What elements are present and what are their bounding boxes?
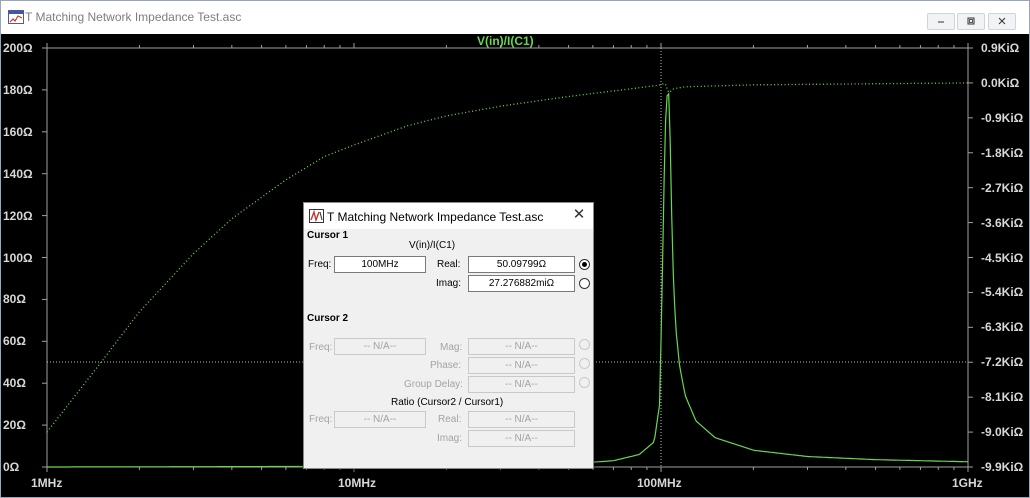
cursor1-imag-radio[interactable] bbox=[579, 278, 590, 289]
cursor2-mag-radio[interactable] bbox=[579, 339, 590, 350]
cursor-dialog: T Matching Network Impedance Test.asc ✕ … bbox=[303, 202, 594, 469]
y-right-tick-label: -5.4KiΩ bbox=[981, 285, 1024, 300]
x-tick-label: 1MHz bbox=[31, 476, 63, 490]
y-left-tick-label: 60Ω bbox=[3, 334, 26, 349]
dialog-close-icon[interactable]: ✕ bbox=[570, 206, 588, 224]
y-right-tick-label: 0.0KiΩ bbox=[981, 75, 1020, 90]
cursor1-real-label: Real: bbox=[437, 259, 461, 270]
restore-icon bbox=[967, 17, 975, 25]
y-right-tick-label: -1.8KiΩ bbox=[981, 145, 1024, 160]
ratio-real-field[interactable]: -- N/A-- bbox=[468, 411, 575, 428]
cursor2-group-delay-radio[interactable] bbox=[579, 377, 590, 388]
cursor2-mag-field[interactable]: -- N/A-- bbox=[468, 338, 575, 355]
cursor2-mag-label: Mag: bbox=[440, 342, 463, 353]
restore-button[interactable] bbox=[957, 13, 985, 30]
y-left-tick-label: 120Ω bbox=[3, 208, 33, 223]
y-left-tick-label: 140Ω bbox=[3, 166, 33, 181]
y-right-tick-label: -0.9KiΩ bbox=[981, 110, 1024, 125]
cursor2-phase-field[interactable]: -- N/A-- bbox=[468, 357, 575, 374]
x-tick-label: 10MHz bbox=[338, 476, 377, 490]
plot-window: T Matching Network Impedance Test.asc V(… bbox=[0, 0, 1030, 498]
x-tick-label: 1GHz bbox=[952, 476, 983, 490]
ltspice-plot-icon bbox=[8, 10, 24, 24]
y-right-tick-label: -4.5KiΩ bbox=[981, 250, 1024, 265]
cursor1-imag-field[interactable]: 27.276882miΩ bbox=[468, 275, 575, 292]
y-left-tick-label: 80Ω bbox=[3, 292, 26, 307]
y-left-tick-label: 200Ω bbox=[3, 41, 33, 55]
cursor2-group-delay-field[interactable]: -- N/A-- bbox=[468, 376, 575, 393]
y-right-tick-label: -7.2KiΩ bbox=[981, 355, 1024, 370]
cursor2-header: Cursor 2 bbox=[307, 313, 349, 324]
cursor2-freq-label: Freq: bbox=[309, 342, 333, 353]
y-right-tick-label: -3.6KiΩ bbox=[981, 215, 1024, 230]
cursor1-trace-name: V(in)/I(C1) bbox=[409, 240, 456, 251]
cursor1-real-radio[interactable] bbox=[579, 259, 590, 270]
chart-title[interactable]: V(in)/I(C1) bbox=[477, 34, 534, 48]
cursor1-freq-label: Freq: bbox=[308, 259, 332, 270]
y-right-tick-label: -9.9KiΩ bbox=[981, 460, 1024, 474]
dialog-title: T Matching Network Impedance Test.asc bbox=[327, 210, 544, 224]
cursor1-real-field[interactable]: 50.09799Ω bbox=[468, 256, 575, 273]
cursor2-group-delay-label: Group Delay: bbox=[404, 379, 463, 390]
ratio-imag-label: Imag: bbox=[437, 433, 463, 444]
y-left-tick-label: 160Ω bbox=[3, 124, 33, 139]
cursor2-phase-radio[interactable] bbox=[579, 358, 590, 369]
y-right-tick-label: -6.3KiΩ bbox=[981, 320, 1024, 335]
y-right-tick-label: -2.7KiΩ bbox=[981, 180, 1024, 195]
y-left-tick-label: 100Ω bbox=[3, 250, 33, 265]
cursor2-phase-label: Phase: bbox=[430, 360, 462, 371]
y-left-tick-label: 20Ω bbox=[3, 418, 26, 433]
cursor1-freq-field[interactable]: 100MHz bbox=[334, 256, 426, 273]
ratio-freq-field[interactable]: -- N/A-- bbox=[334, 411, 426, 428]
x-tick-label: 100MHz bbox=[637, 476, 682, 490]
y-right-tick-label: 0.9KiΩ bbox=[981, 41, 1020, 55]
ltspice-icon bbox=[309, 209, 324, 223]
close-window-button[interactable] bbox=[988, 13, 1016, 30]
ratio-header: Ratio (Cursor2 / Cursor1) bbox=[391, 397, 504, 408]
cursor2-freq-field[interactable]: -- N/A-- bbox=[334, 338, 426, 355]
minimize-icon bbox=[938, 21, 944, 23]
title-bar[interactable]: T Matching Network Impedance Test.asc bbox=[1, 1, 1029, 33]
y-left-tick-label: 180Ω bbox=[3, 82, 33, 97]
dialog-title-bar[interactable]: T Matching Network Impedance Test.asc ✕ bbox=[304, 203, 593, 229]
close-icon bbox=[998, 17, 1006, 25]
ratio-imag-field[interactable]: -- N/A-- bbox=[468, 430, 575, 447]
ratio-real-label: Real: bbox=[438, 414, 462, 425]
y-right-tick-label: -9.0KiΩ bbox=[981, 425, 1024, 440]
cursor1-header: Cursor 1 bbox=[307, 230, 349, 241]
radio-selected-dot bbox=[582, 262, 587, 267]
window-title: T Matching Network Impedance Test.asc bbox=[25, 10, 242, 24]
y-left-tick-label: 0Ω bbox=[3, 460, 20, 474]
ratio-freq-label: Freq: bbox=[309, 414, 333, 425]
y-left-tick-label: 40Ω bbox=[3, 376, 26, 391]
cursor1-imag-label: Imag: bbox=[436, 278, 462, 289]
minimize-button[interactable] bbox=[927, 13, 955, 30]
y-right-tick-label: -8.1KiΩ bbox=[981, 390, 1024, 405]
